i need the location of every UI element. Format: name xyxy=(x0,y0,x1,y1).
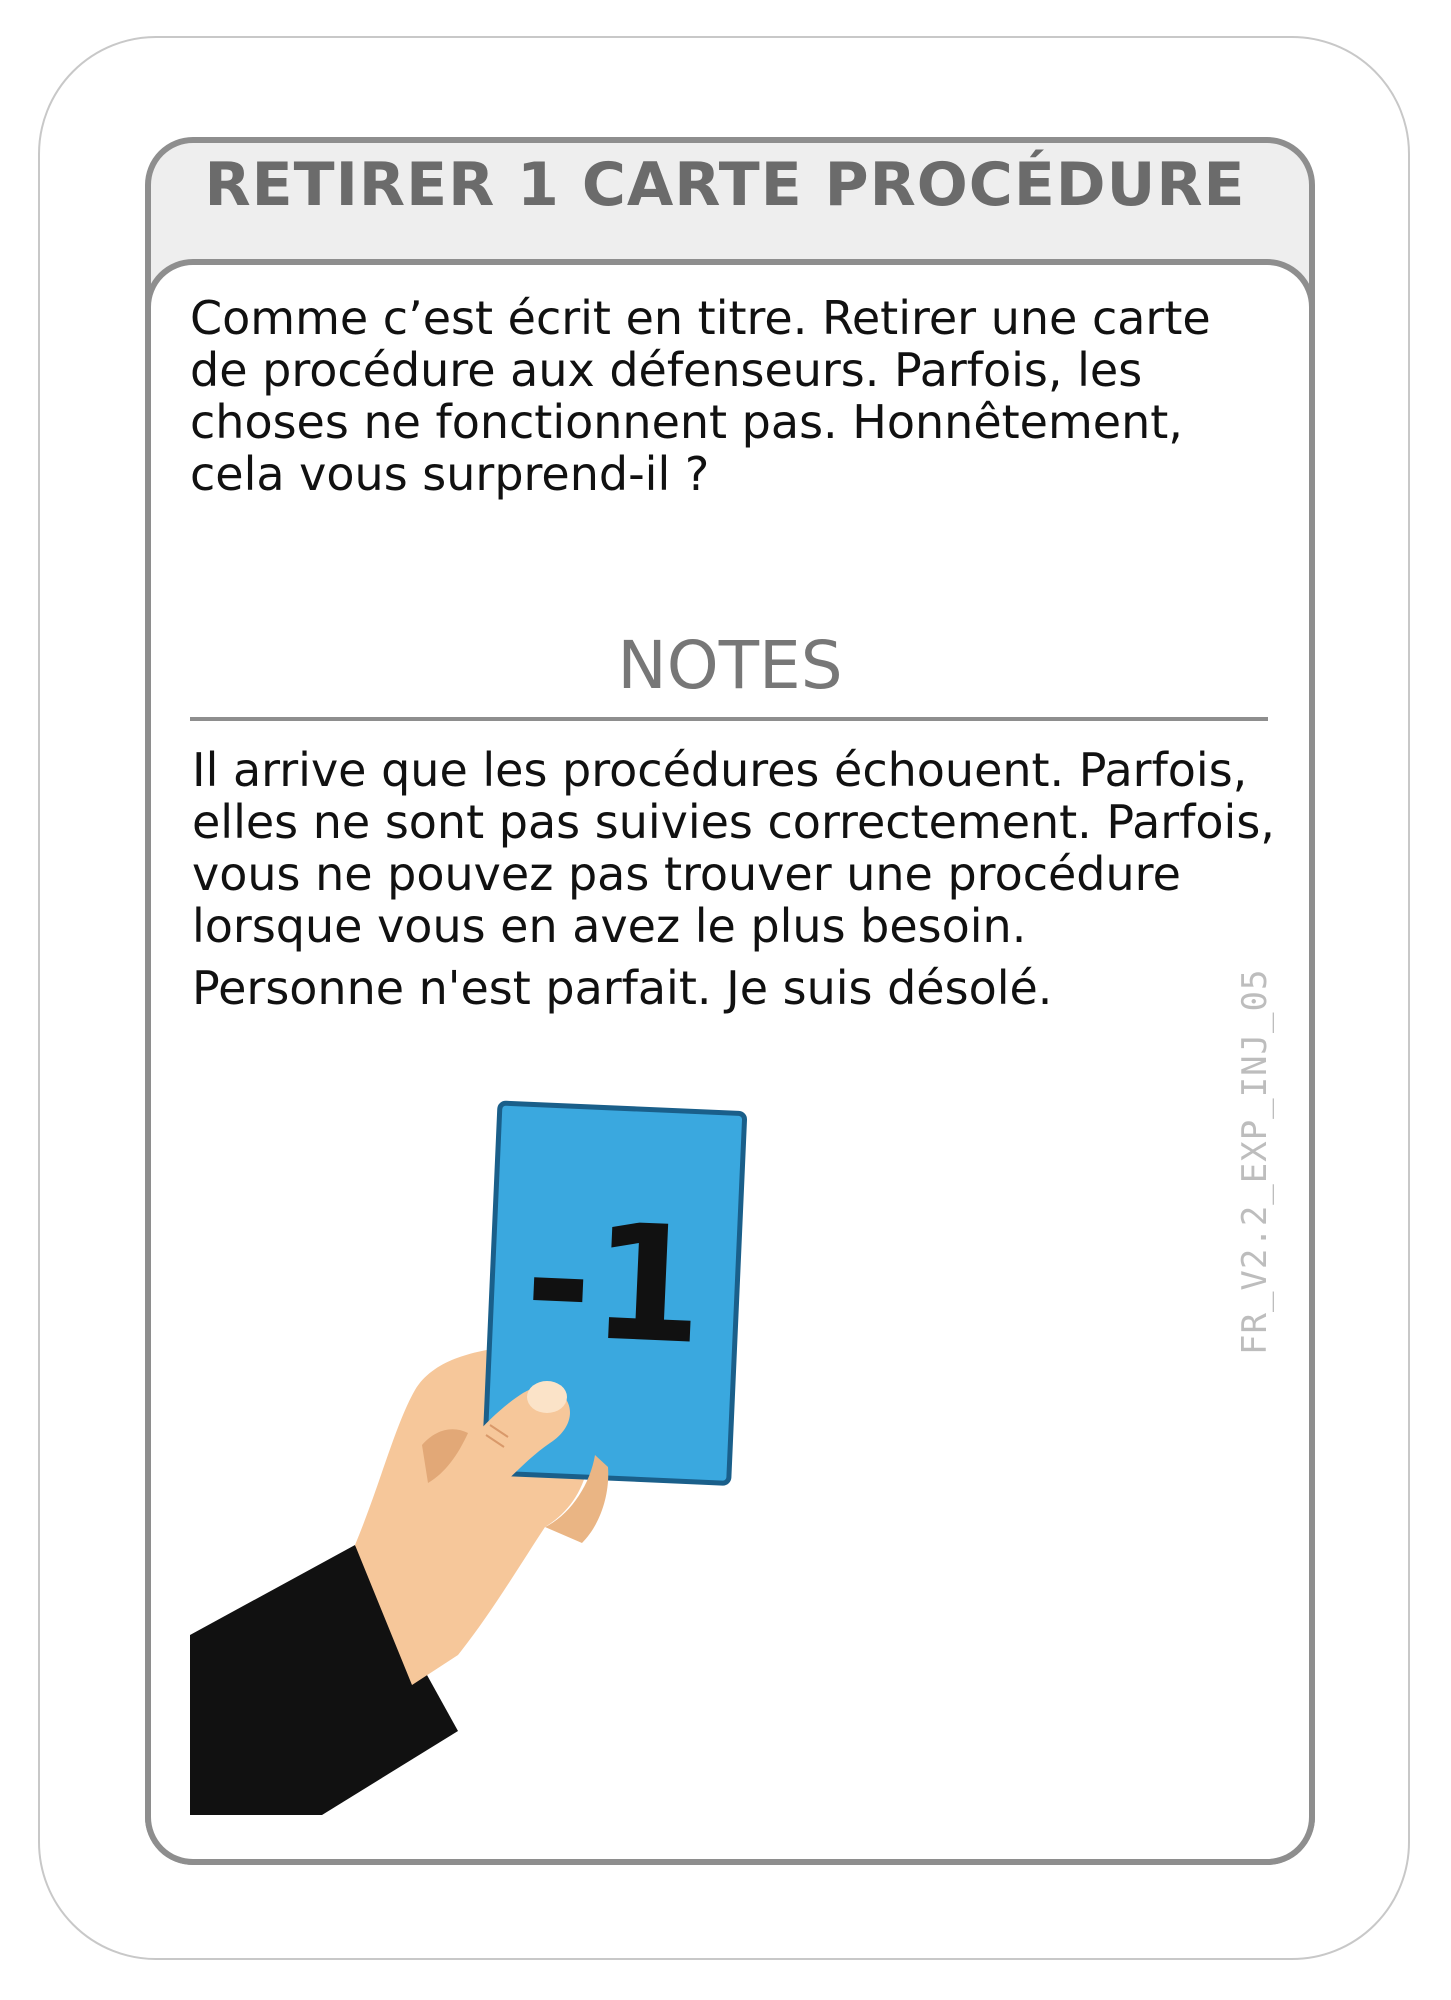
hand-holding-card-illustration: -1 xyxy=(190,1100,748,1815)
held-card-label: -1 xyxy=(521,1185,707,1380)
notes-divider xyxy=(190,717,1268,721)
thumbnail-shape xyxy=(527,1381,567,1413)
notes-body: Il arrive que les procédures échouent. P… xyxy=(192,744,1292,1014)
card-description: Comme c’est écrit en titre. Retirer une … xyxy=(190,291,1211,501)
notes-heading: NOTES xyxy=(617,627,843,704)
notes-paragraph: Personne n'est parfait. Je suis désolé. xyxy=(192,961,1053,1015)
notes-paragraph: Il arrive que les procédures échouent. P… xyxy=(192,743,1275,953)
card-code: FR_V2.2_EXP_INJ_05 xyxy=(1235,968,1275,1355)
card-title: RETIRER 1 CARTE PROCÉDURE xyxy=(204,150,1246,220)
